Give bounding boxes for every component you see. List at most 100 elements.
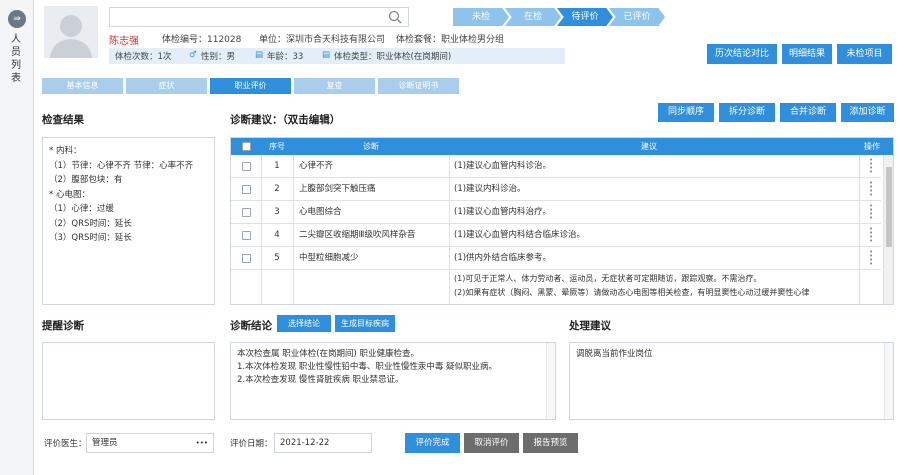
conclusion-line: 本次检查属 职业体检(在岗期间) 职业健康检查。	[237, 349, 420, 359]
date-field[interactable]: 2021-12-22	[274, 433, 372, 453]
exam-package: 体检套餐：职业体检男分组	[396, 35, 505, 45]
row-checkbox[interactable]	[242, 254, 251, 263]
left-rail: ⇛ 人员列表	[0, 0, 34, 475]
row-diagnosis: 中型粒细胞减少	[299, 253, 359, 263]
row-advice: (1)建议心血管内科治疗。	[454, 207, 552, 217]
check-line: * 心电图：	[49, 189, 90, 200]
check-line: （2）QRS时间：延长	[49, 218, 132, 229]
row-menu-icon[interactable]: • • • •	[869, 180, 873, 199]
exam-visits: 体检次数：1次	[115, 52, 172, 62]
conclusion-line: 1.本次体检发现 职业性慢性铅中毒、职业性慢性汞中毒 疑似职业病。	[237, 362, 498, 372]
report-preview-button[interactable]: 报告预览	[523, 433, 578, 453]
row-diagnosis: 心律不齐	[299, 161, 334, 171]
table-row[interactable]: 4 二尖瓣区收缩期Ⅲ级吹风样杂音 (1)建议心血管内科结合临床诊治。 • • • •	[231, 224, 881, 247]
tab-diagnosis-certificate[interactable]: 诊断证明书	[378, 78, 459, 94]
row-number: 3	[274, 207, 280, 217]
unit-name: 单位：深圳市合天科技有限公司	[259, 35, 386, 45]
split-diagnosis-button[interactable]: 拆分诊断	[719, 103, 775, 122]
history-compare-button[interactable]: 历次结论对比	[707, 44, 777, 64]
row-checkbox[interactable]	[242, 185, 251, 194]
menu-toggle-icon[interactable]: ⇛	[8, 10, 26, 28]
table-row[interactable]: 1 心律不齐 (1)建议心血管内科诊治。 • • • •	[231, 155, 881, 178]
document-icon: ▤	[322, 50, 331, 60]
row-number: 5	[274, 253, 280, 263]
row-menu-icon[interactable]: • • • •	[869, 203, 873, 222]
row-number: 2	[274, 184, 280, 194]
exam-type: 体检类型：职业体检(在岗期间)	[334, 52, 452, 62]
row-menu-icon[interactable]: • • • •	[869, 226, 873, 245]
extra-advice-line: (2)如果有症状（胸闷、黑蒙、晕厥等）请做动态心电图等相关检查，有明显窦性心动过…	[454, 288, 810, 297]
conclusion-textarea[interactable]: 本次检查属 职业体检(在岗期间) 职业健康检查。 1.本次体检发现 职业性慢性铅…	[230, 342, 556, 420]
unchecked-items-button[interactable]: 未检项目	[837, 44, 892, 64]
calendar-icon: ▤	[255, 50, 264, 60]
main-panel: 未检 在检 待评价 已评价 陈志强 体检编号：112028 单位：深圳市合天科技…	[34, 0, 900, 475]
evaluation-complete-button[interactable]: 评价完成	[405, 433, 460, 453]
handling-text: 调脱离当前作业岗位	[576, 349, 653, 359]
row-checkbox[interactable]	[242, 162, 251, 171]
table-row[interactable]: 5 中型粒细胞减少 (1)供内外结合临床参考。 • • • •	[231, 247, 881, 270]
check-results-title: 检查结果	[42, 114, 84, 126]
textarea-scrollbar[interactable]	[546, 343, 555, 419]
remind-diagnosis-title: 提醒诊断	[42, 320, 84, 332]
col-diagnosis: 诊断	[363, 142, 379, 151]
search-input[interactable]	[109, 7, 409, 27]
tab-basic-info[interactable]: 基本信息	[42, 78, 123, 94]
handling-textarea[interactable]: 调脱离当前作业岗位	[569, 342, 894, 420]
row-menu-icon[interactable]: • • • •	[869, 157, 873, 176]
row-checkbox[interactable]	[242, 231, 251, 240]
row-menu-icon[interactable]: • • • •	[869, 249, 873, 268]
tab-symptoms[interactable]: 症状	[126, 78, 207, 94]
check-results-panel: * 内科： （1）节律：心律不齐 节律：心率不齐 （2）腹部包块：有 * 心电图…	[42, 137, 215, 305]
staff-list-label[interactable]: 人员列表	[11, 33, 23, 85]
row-advice: (1)建议内科诊治。	[454, 184, 526, 194]
generate-target-disease-button[interactable]: 生成目标疾病	[335, 315, 395, 332]
gender-value: 性别：男	[201, 52, 236, 62]
row-checkbox[interactable]	[242, 208, 251, 217]
doctor-field[interactable]: 管理员 •••	[86, 433, 214, 453]
check-line: （1）心律：过缓	[49, 204, 114, 214]
status-steps: 未检 在检 待评价 已评价	[453, 8, 665, 26]
col-number: 序号	[269, 142, 285, 151]
select-all-checkbox[interactable]	[242, 142, 251, 151]
check-line: （1）节律：心律不齐 节律：心率不齐	[49, 160, 194, 171]
step-unchecked[interactable]: 未检	[453, 8, 509, 26]
table-scrollbar[interactable]	[883, 155, 893, 304]
tab-occupational-evaluation[interactable]: 职业评价	[210, 78, 291, 94]
merge-diagnosis-button[interactable]: 合并诊断	[780, 103, 836, 122]
add-diagnosis-button[interactable]: 添加诊断	[841, 103, 894, 122]
extra-advice-line: (1)可见于正常人、体力劳动者、运动员，无症状者可定期随访，跟踪观察。不需治疗。	[454, 274, 762, 283]
conclusion-title: 诊断结论	[230, 320, 272, 332]
diagnosis-title: 诊断建议：（双击编辑）	[230, 114, 341, 126]
row-advice: (1)建议心血管内科结合临床诊治。	[454, 230, 586, 240]
patient-detail-bar: 体检次数：1次 ♂ 性别：男 ▤ 年龄：33 ▤ 体检类型：职业体检(在岗期间)	[109, 48, 565, 64]
gender-icon: ♂	[189, 50, 197, 60]
table-row[interactable]: 2 上腹部剑突下触压痛 (1)建议内科诊治。 • • • •	[231, 178, 881, 201]
more-icon[interactable]: •••	[196, 434, 208, 452]
avatar-icon	[50, 15, 92, 58]
avatar	[44, 6, 98, 58]
step-evaluated[interactable]: 已评价	[609, 8, 665, 26]
detail-results-button[interactable]: 明细结果	[782, 44, 832, 64]
step-checking[interactable]: 在检	[505, 8, 561, 26]
check-line: （2）腹部包块：有	[49, 175, 123, 185]
table-row-extra: (1)可见于正常人、体力劳动者、运动员，无症状者可定期随访，跟踪观察。不需治疗。…	[231, 270, 881, 304]
cancel-evaluation-button[interactable]: 取消评价	[464, 433, 519, 453]
step-pending-evaluation[interactable]: 待评价	[557, 8, 613, 26]
doctor-label: 评价医生：	[44, 439, 87, 449]
tab-recheck[interactable]: 复查	[294, 78, 375, 94]
col-actions: 操作	[864, 142, 880, 151]
remind-diagnosis-textarea[interactable]	[42, 342, 215, 420]
age-value: 年龄：33	[267, 52, 304, 62]
textarea-scrollbar[interactable]	[884, 343, 893, 419]
diagnosis-table: 序号 诊断 建议 操作 1 心律不齐 (1)建议心血管内科诊治。 • • • • 2 …	[230, 137, 894, 305]
table-row[interactable]: 3 心电图综合 (1)建议心血管内科治疗。 • • • •	[231, 201, 881, 224]
table-header: 序号 诊断 建议 操作	[231, 138, 893, 155]
row-advice: (1)供内外结合临床参考。	[454, 253, 552, 263]
row-number: 1	[274, 161, 280, 171]
date-label: 评价日期：	[230, 439, 273, 449]
sync-order-button[interactable]: 同步顺序	[658, 103, 714, 122]
row-number: 4	[274, 230, 280, 240]
select-conclusion-button[interactable]: 选择结论	[277, 315, 331, 332]
search-icon[interactable]	[388, 10, 402, 24]
doctor-value: 管理员	[92, 438, 118, 448]
